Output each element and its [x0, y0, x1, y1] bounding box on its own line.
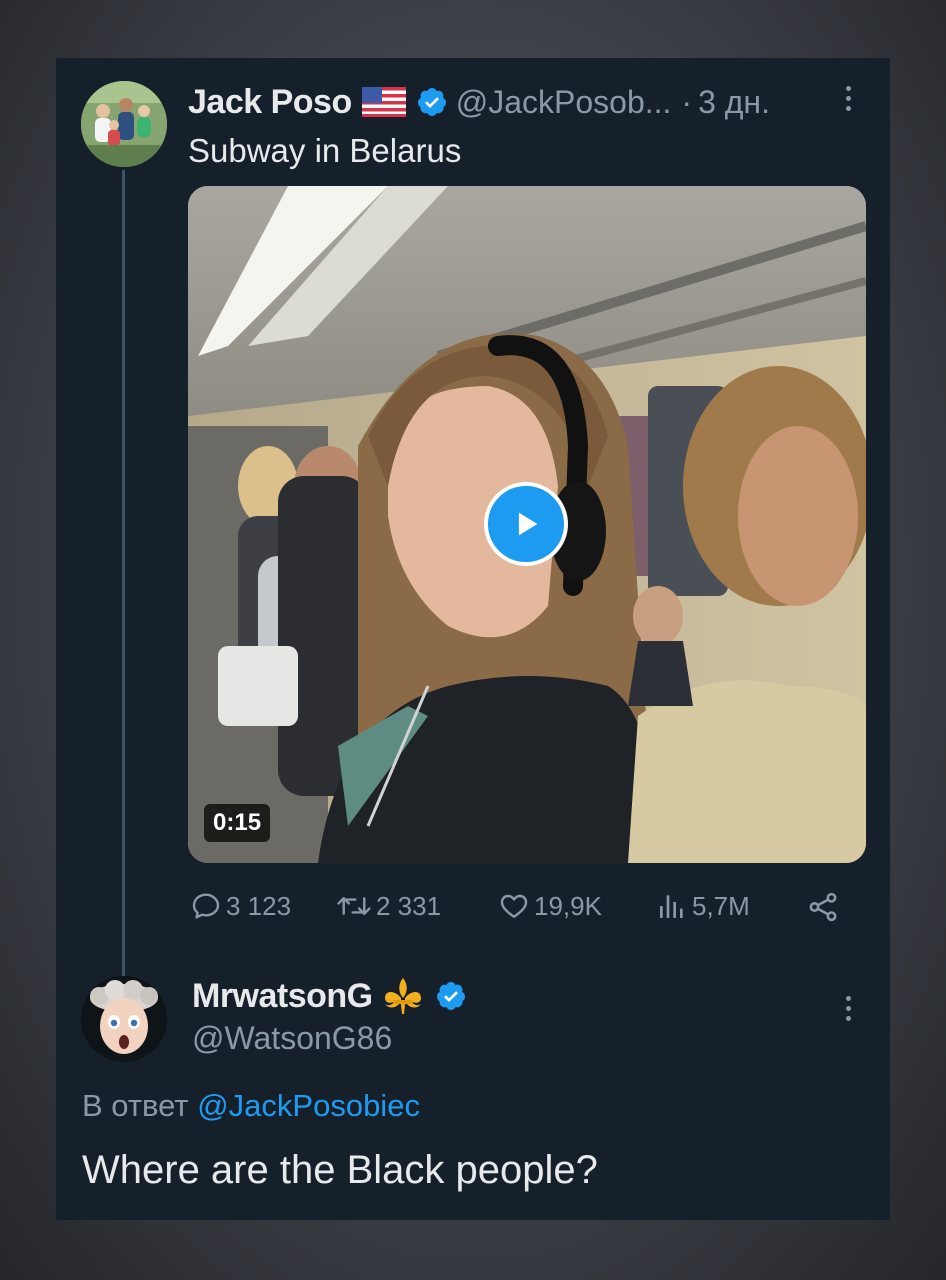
- like-count: 19,9K: [534, 890, 602, 921]
- thread-connector-line: [122, 170, 125, 1026]
- tweet-text: Subway in Belarus: [188, 132, 462, 169]
- reply-more-options-icon[interactable]: [838, 996, 858, 1021]
- author-name[interactable]: Jack Poso: [188, 83, 352, 122]
- views-count: 5,7M: [692, 890, 750, 921]
- author-handle[interactable]: @JackPosob...: [456, 84, 672, 121]
- reply-count: 3 123: [226, 890, 292, 921]
- like-action[interactable]: 19,9K: [498, 890, 602, 922]
- replying-to-line: В ответ @JackPosobiec: [82, 1088, 420, 1124]
- more-options-icon[interactable]: [838, 86, 858, 111]
- verified-badge-icon: [416, 86, 448, 118]
- flag-us-icon: [361, 87, 406, 117]
- memoji-avatar: [81, 976, 167, 1062]
- retweet-icon: [337, 897, 371, 915]
- like-icon: [500, 894, 528, 918]
- retweet-action[interactable]: 2 331: [336, 890, 441, 922]
- replying-to-mention[interactable]: @JackPosobiec: [197, 1088, 420, 1123]
- separator-dot: ·: [681, 83, 693, 120]
- tweet-header: Jack Poso @JackPosob... · 3 дн.: [188, 80, 770, 124]
- reply-icon: [192, 893, 220, 919]
- tweet-thread-card: Jack Poso @JackPosob... · 3 дн. Subway i…: [56, 58, 890, 1220]
- reply-header: MrwatsonG: [192, 974, 467, 1018]
- play-icon: [518, 512, 538, 536]
- share-icon: [809, 892, 837, 922]
- share-action[interactable]: [806, 890, 840, 924]
- views-action[interactable]: 5,7M: [656, 890, 750, 922]
- author-avatar[interactable]: [81, 81, 167, 167]
- fleur-de-lis-icon: [381, 976, 425, 1016]
- tweet-action-bar: 3 123 2 331 19,9K 5,7M: [190, 890, 840, 930]
- video-duration-label: 0:15: [204, 804, 271, 842]
- reply-author-avatar[interactable]: [81, 976, 167, 1062]
- reply-action[interactable]: 3 123: [190, 890, 291, 922]
- reply-author-handle[interactable]: @WatsonG86: [192, 1020, 392, 1057]
- tweet-timestamp[interactable]: 3 дн.: [698, 84, 770, 121]
- family-photo-avatar: [81, 81, 167, 167]
- play-button[interactable]: [484, 482, 568, 566]
- reply-author-name[interactable]: MrwatsonG: [192, 977, 373, 1016]
- replying-to-prefix: В ответ: [82, 1088, 189, 1123]
- retweet-count: 2 331: [376, 890, 442, 921]
- views-icon: [660, 895, 683, 918]
- video-player[interactable]: 0:15: [188, 186, 866, 863]
- verified-badge-icon: [435, 980, 467, 1012]
- reply-text: Where are the Black people?: [82, 1148, 598, 1192]
